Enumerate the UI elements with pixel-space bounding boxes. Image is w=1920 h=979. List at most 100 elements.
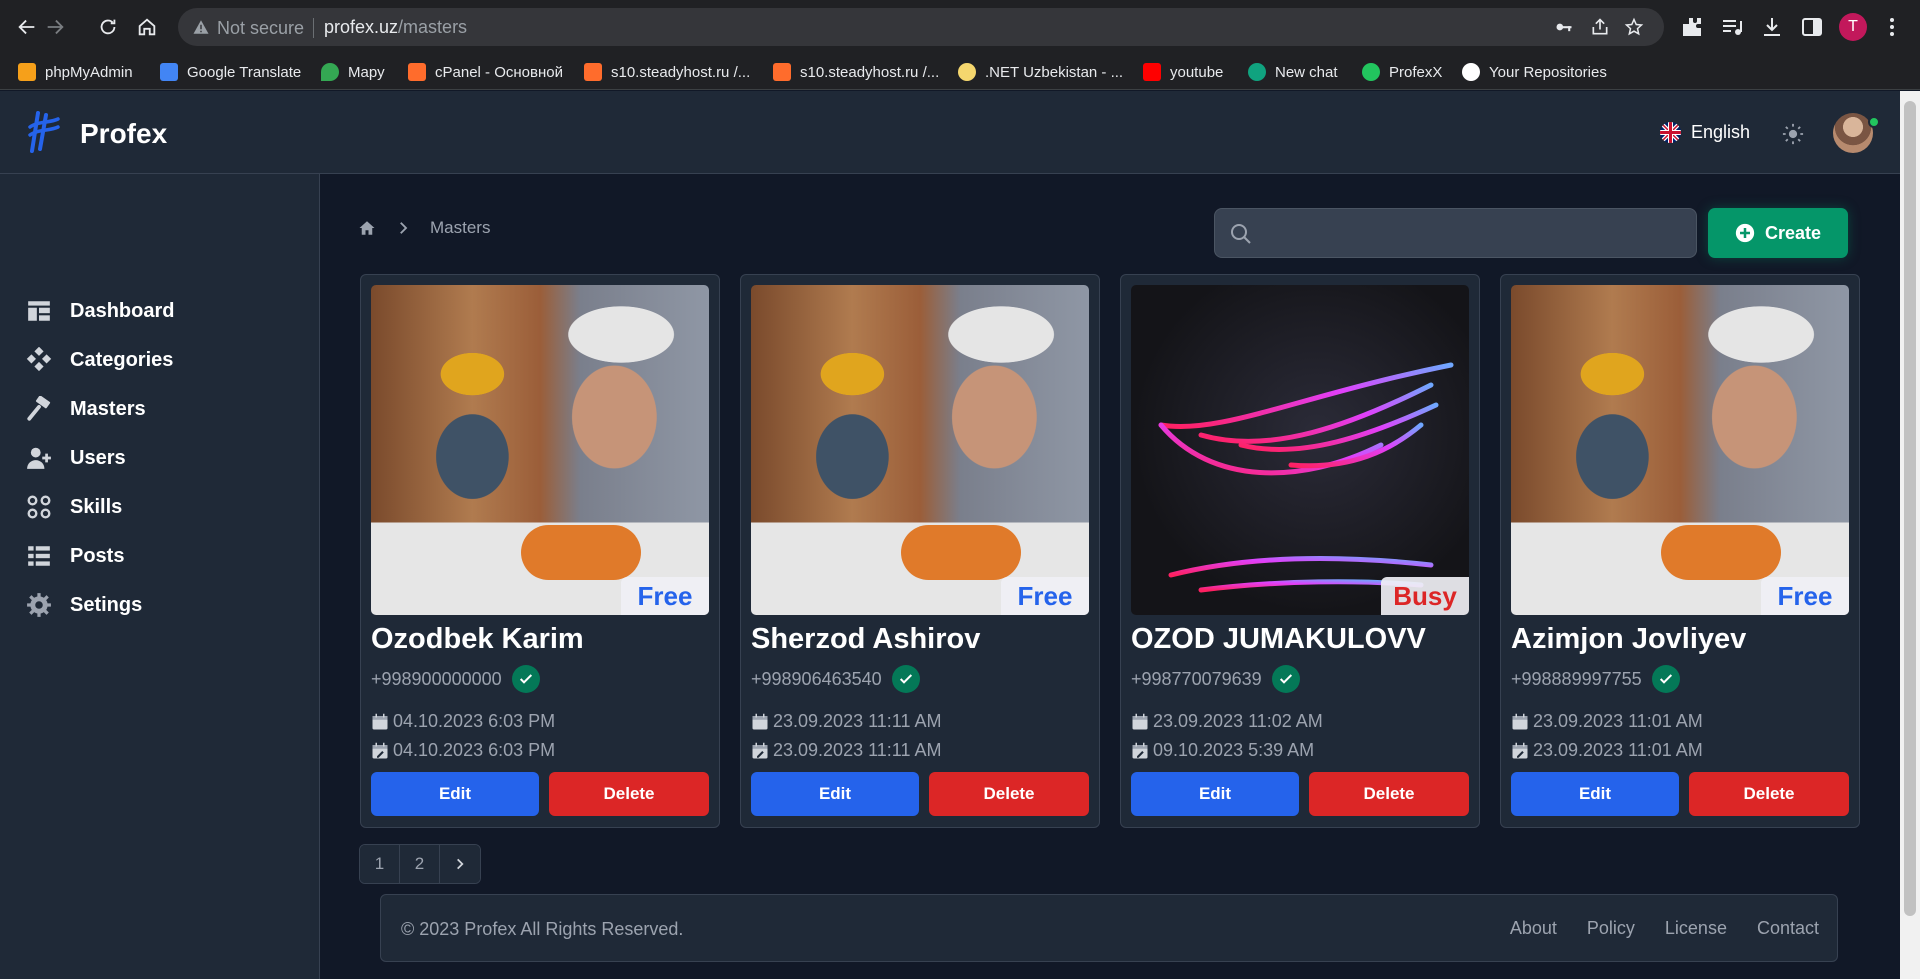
calendar-edit-icon xyxy=(1132,742,1148,758)
calendar-icon xyxy=(1132,713,1148,729)
edit-button[interactable]: Edit xyxy=(1511,772,1679,816)
user-avatar[interactable] xyxy=(1833,113,1873,153)
footer-link-policy[interactable]: Policy xyxy=(1587,918,1635,939)
home-icon[interactable] xyxy=(358,219,376,237)
bookmark-steadyhost-1[interactable]: s10.steadyhost.ru /... xyxy=(584,61,750,83)
categories-icon xyxy=(26,347,52,372)
sidebar-item-label: Posts xyxy=(70,544,125,567)
bookmark-profexx[interactable]: ProfexX xyxy=(1362,61,1442,83)
edit-button[interactable]: Edit xyxy=(1131,772,1299,816)
browser-profile-avatar[interactable]: T xyxy=(1839,13,1867,41)
sidebar-item-label: Masters xyxy=(70,397,146,420)
brand-name[interactable]: Profex xyxy=(80,118,167,150)
created-date: 04.10.2023 6:03 PM xyxy=(371,711,555,732)
bookmark-label: ProfexX xyxy=(1389,63,1443,81)
status-badge: Free xyxy=(621,577,709,615)
create-button[interactable]: Create xyxy=(1708,208,1848,258)
bookmark-label: Google Translate xyxy=(187,63,302,81)
kebab-menu-icon[interactable] xyxy=(1880,15,1904,39)
updated-date-text: 04.10.2023 6:03 PM xyxy=(393,740,556,760)
cpanel-icon xyxy=(773,63,791,81)
master-name: Sherzod Ashirov xyxy=(751,623,981,655)
url-text: profex.uz/masters xyxy=(324,17,467,38)
media-queue-icon[interactable] xyxy=(1720,15,1744,39)
sidebar-item-categories[interactable]: Categories xyxy=(26,345,173,375)
bookmark-new-chat[interactable]: New chat xyxy=(1248,61,1338,83)
edit-button[interactable]: Edit xyxy=(751,772,919,816)
address-bar[interactable]: Not secure profex.uz/masters xyxy=(178,8,1664,46)
back-button[interactable] xyxy=(12,12,42,42)
edit-button[interactable]: Edit xyxy=(371,772,539,816)
delete-button[interactable]: Delete xyxy=(1689,772,1849,816)
created-date-text: 04.10.2023 6:03 PM xyxy=(393,711,556,731)
home-button[interactable] xyxy=(132,12,162,42)
skills-icon xyxy=(27,495,51,519)
master-name: OZOD JUMAKULOVV xyxy=(1131,623,1426,655)
sidebar-item-label: Setings xyxy=(70,593,143,616)
search-icon xyxy=(1231,224,1251,244)
footer-link-contact[interactable]: Contact xyxy=(1757,918,1819,939)
cpanel-icon xyxy=(584,63,602,81)
sidebar-item-label: Skills xyxy=(70,495,123,518)
footer-link-license[interactable]: License xyxy=(1665,918,1727,939)
extensions-icon[interactable] xyxy=(1680,15,1704,39)
bookmark-youtube[interactable]: youtube xyxy=(1143,61,1223,83)
delete-button[interactable]: Delete xyxy=(549,772,709,816)
forward-button[interactable] xyxy=(40,12,70,42)
updated-date: 23.09.2023 11:11 AM xyxy=(751,740,941,761)
search-input[interactable] xyxy=(1263,219,1683,249)
reload-icon xyxy=(100,19,116,35)
footer-link-about[interactable]: About xyxy=(1510,918,1557,939)
bookmark-cpanel[interactable]: cPanel - Основной xyxy=(408,61,563,83)
status-badge: Free xyxy=(1761,577,1849,615)
download-icon[interactable] xyxy=(1760,15,1784,39)
bookmark-your-repositories[interactable]: Your Repositories xyxy=(1462,61,1607,83)
profex-logo-icon[interactable] xyxy=(28,111,60,153)
page-scrollbar[interactable] xyxy=(1900,91,1920,979)
share-icon[interactable] xyxy=(1590,17,1610,37)
bookmark-google-translate[interactable]: Google Translate xyxy=(160,61,301,83)
sidebar-item-posts[interactable]: Posts xyxy=(26,541,124,571)
footer-copyright: © 2023 Profex All Rights Reserved. xyxy=(401,919,684,939)
next-page-button[interactable] xyxy=(440,845,480,883)
reload-button[interactable] xyxy=(93,12,123,42)
bookmark-steadyhost-2[interactable]: s10.steadyhost.ru /... xyxy=(773,61,939,83)
url-path: /masters xyxy=(398,17,468,37)
bookmark-phpmyadmin[interactable]: phpMyAdmin xyxy=(18,61,133,83)
bookmark-label: s10.steadyhost.ru /... xyxy=(611,63,751,81)
browser-toolbar: Not secure profex.uz/masters T xyxy=(0,0,1920,54)
url-host: profex.uz xyxy=(324,17,399,37)
sun-icon[interactable] xyxy=(1782,123,1804,145)
page-2-button[interactable]: 2 xyxy=(400,845,440,883)
phone-text: +998889997755 xyxy=(1511,668,1642,689)
bookmarks-bar: phpMyAdmin Google Translate Mapy cPanel … xyxy=(0,54,1920,90)
side-panel-icon[interactable] xyxy=(1800,15,1824,39)
online-status-dot xyxy=(1868,116,1880,128)
bookmark-label: Mapy xyxy=(348,63,385,81)
sidebar-item-settings[interactable]: Setings xyxy=(26,590,142,620)
key-icon[interactable] xyxy=(1554,17,1574,37)
updated-date-text: 09.10.2023 5:39 AM xyxy=(1153,740,1315,760)
language-selector[interactable]: English xyxy=(1660,122,1750,143)
verified-check-icon xyxy=(511,665,540,693)
calendar-edit-icon xyxy=(372,742,388,758)
sidebar-item-masters[interactable]: Masters xyxy=(26,394,146,424)
bookmark-dotnet-uzbekistan[interactable]: .NET Uzbekistan - ... xyxy=(958,61,1123,83)
chevron-right-icon xyxy=(400,222,408,234)
star-icon[interactable] xyxy=(1624,17,1644,37)
updated-date-text: 23.09.2023 11:01 AM xyxy=(1533,740,1703,760)
chevron-right-icon xyxy=(457,858,464,870)
phpmyadmin-icon xyxy=(18,63,36,81)
delete-button[interactable]: Delete xyxy=(1309,772,1469,816)
sidebar-item-dashboard[interactable]: Dashboard xyxy=(26,296,174,326)
not-secure-label: Not secure xyxy=(217,18,305,38)
sidebar-item-users[interactable]: Users xyxy=(26,443,126,473)
master-photo: Busy xyxy=(1131,285,1469,615)
sidebar-item-skills[interactable]: Skills xyxy=(26,492,122,522)
plus-circle-icon xyxy=(1735,223,1755,243)
bookmark-mapy[interactable]: Mapy xyxy=(321,61,385,83)
scrollbar-thumb[interactable] xyxy=(1904,101,1916,916)
bookmark-label: New chat xyxy=(1275,63,1338,81)
page-1-button[interactable]: 1 xyxy=(360,845,400,883)
delete-button[interactable]: Delete xyxy=(929,772,1089,816)
